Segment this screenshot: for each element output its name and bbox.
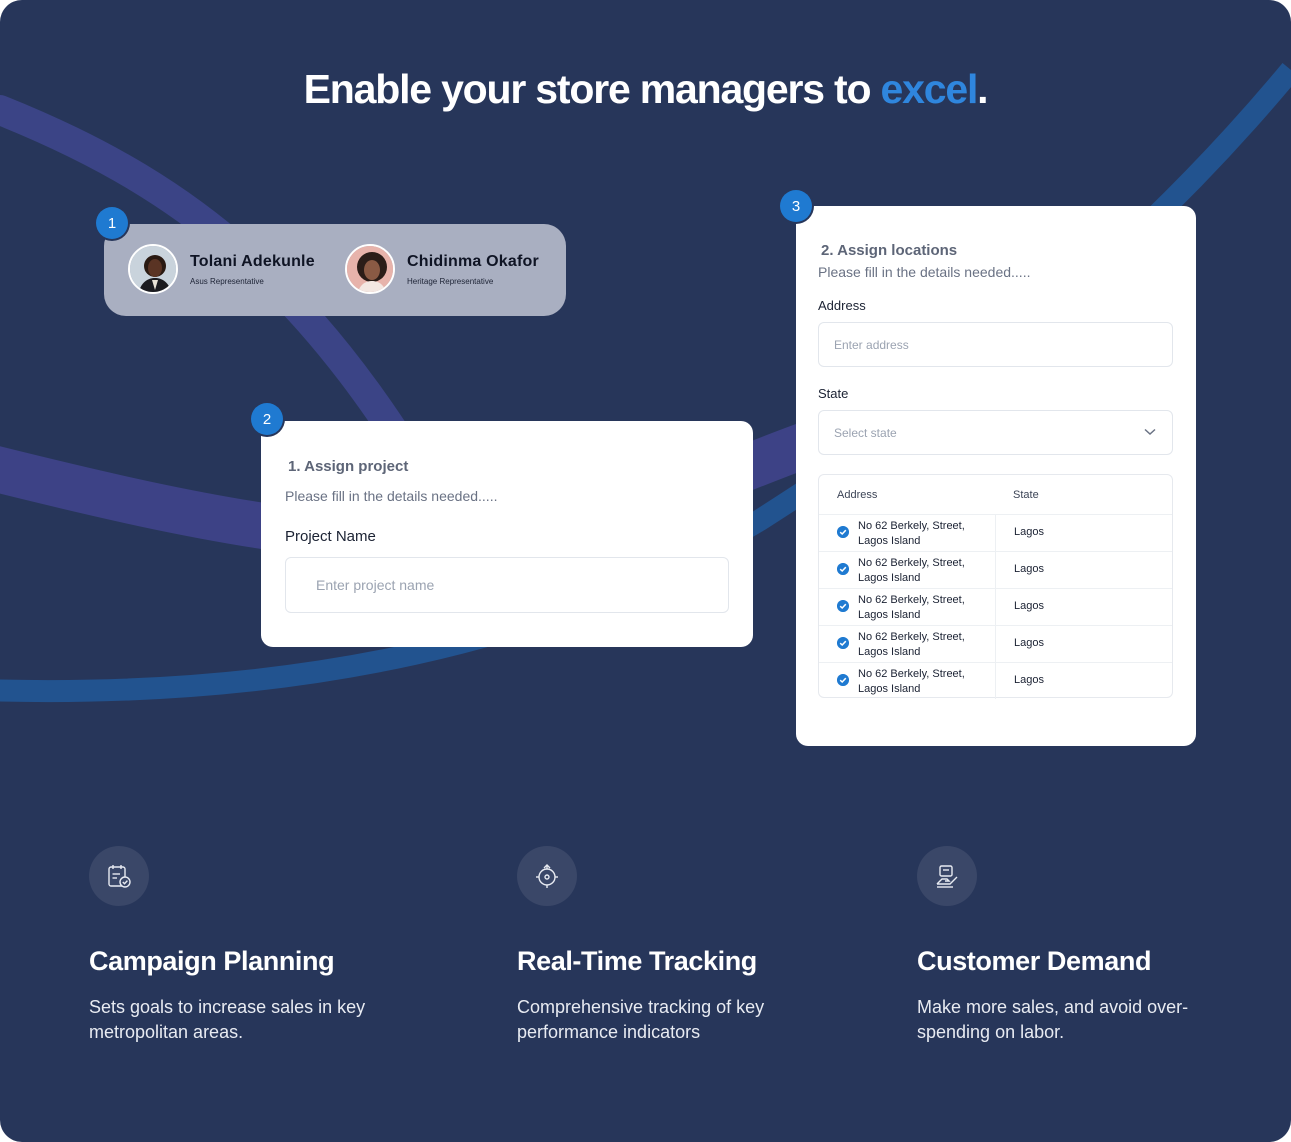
row-address: No 62 Berkely, Street, Lagos Island bbox=[858, 668, 965, 695]
feature-description: Comprehensive tracking of key performanc… bbox=[517, 997, 765, 1042]
feature-title: Campaign Planning bbox=[89, 946, 335, 976]
feature-campaign-planning: Campaign Planning Sets goals to increase… bbox=[89, 846, 419, 1045]
state-select[interactable]: Select state bbox=[818, 410, 1173, 455]
table-row[interactable]: No 62 Berkely, Street, Lagos Island Lago… bbox=[819, 514, 1172, 552]
table-row[interactable]: No 62 Berkely, Street, Lagos Island Lago… bbox=[819, 551, 1172, 589]
card-subtitle: Please fill in the details needed..... bbox=[818, 264, 1031, 280]
row-address: No 62 Berkely, Street, Lagos Island bbox=[858, 631, 965, 658]
step-badge-2: 2 bbox=[251, 403, 283, 435]
assign-project-card: 1. Assign project Please fill in the det… bbox=[261, 421, 753, 647]
table-row[interactable]: No 62 Berkely, Street, Lagos Island Lago… bbox=[819, 625, 1172, 663]
representative-chidinma[interactable]: Chidinma Okafor Heritage Representative bbox=[345, 244, 539, 294]
headline-end: . bbox=[977, 66, 988, 112]
card-title: 1. Assign project bbox=[288, 458, 409, 475]
representative-tolani[interactable]: Tolani Adekunle Asus Representative bbox=[128, 244, 315, 294]
page-frame: Enable your store managers to excel. 1 2… bbox=[0, 0, 1291, 1142]
avatar bbox=[128, 244, 178, 294]
feature-description: Make more sales, and avoid over-spending… bbox=[917, 997, 1189, 1042]
address-label: Address bbox=[818, 298, 866, 313]
address-input[interactable]: Enter address bbox=[818, 322, 1173, 367]
headline-accent: excel bbox=[880, 66, 979, 112]
assign-locations-card: 2. Assign locations Please fill in the d… bbox=[796, 206, 1196, 746]
column-header-address: Address bbox=[837, 489, 878, 501]
feature-customer-demand: Customer Demand Make more sales, and avo… bbox=[917, 846, 1247, 1045]
check-circle-icon bbox=[837, 600, 849, 612]
representative-name: Tolani Adekunle bbox=[190, 252, 315, 270]
hand-card-icon bbox=[917, 846, 977, 906]
step-badge-1: 1 bbox=[96, 207, 128, 239]
row-address: No 62 Berkely, Street, Lagos Island bbox=[858, 557, 965, 584]
card-subtitle: Please fill in the details needed..... bbox=[285, 488, 498, 504]
row-state: Lagos bbox=[1014, 563, 1044, 575]
calendar-check-icon bbox=[89, 846, 149, 906]
row-state: Lagos bbox=[1014, 637, 1044, 649]
avatar bbox=[345, 244, 395, 294]
headline: Enable your store managers to excel. bbox=[0, 66, 1291, 113]
feature-title: Customer Demand bbox=[917, 946, 1152, 976]
check-circle-icon bbox=[837, 637, 849, 649]
state-placeholder: Select state bbox=[834, 425, 897, 440]
feature-title: Real-Time Tracking bbox=[517, 946, 757, 976]
headline-text: Enable your store managers to bbox=[303, 66, 881, 112]
card-title: 2. Assign locations bbox=[821, 242, 958, 259]
row-state: Lagos bbox=[1014, 674, 1044, 686]
feature-real-time-tracking: Real-Time Tracking Comprehensive trackin… bbox=[517, 846, 847, 1045]
project-name-label: Project Name bbox=[285, 528, 376, 545]
check-circle-icon bbox=[837, 674, 849, 686]
feature-description: Sets goals to increase sales in key metr… bbox=[89, 997, 366, 1042]
table-header: Address State bbox=[819, 475, 1172, 515]
column-header-state: State bbox=[1013, 489, 1039, 501]
row-state: Lagos bbox=[1014, 526, 1044, 538]
step-badge-3: 3 bbox=[780, 190, 812, 222]
table-row[interactable]: No 62 Berkely, Street, Lagos Island Lago… bbox=[819, 662, 1172, 699]
representative-role: Asus Representative bbox=[190, 276, 264, 286]
representatives-card: Tolani Adekunle Asus Representative Chid… bbox=[104, 224, 566, 316]
project-name-input[interactable]: Enter project name bbox=[285, 557, 729, 613]
tracking-target-icon bbox=[517, 846, 577, 906]
row-address: No 62 Berkely, Street, Lagos Island bbox=[858, 520, 965, 547]
table-row[interactable]: No 62 Berkely, Street, Lagos Island Lago… bbox=[819, 588, 1172, 626]
check-circle-icon bbox=[837, 526, 849, 538]
row-address: No 62 Berkely, Street, Lagos Island bbox=[858, 594, 965, 621]
locations-table: Address State No 62 Berkely, Street, Lag… bbox=[818, 474, 1173, 699]
chevron-down-icon bbox=[1144, 428, 1156, 436]
check-circle-icon bbox=[837, 563, 849, 575]
state-label: State bbox=[818, 386, 849, 401]
representative-name: Chidinma Okafor bbox=[407, 252, 539, 270]
representative-role: Heritage Representative bbox=[407, 276, 494, 286]
row-state: Lagos bbox=[1014, 600, 1044, 612]
address-placeholder: Enter address bbox=[834, 337, 909, 352]
project-name-placeholder: Enter project name bbox=[316, 577, 435, 593]
